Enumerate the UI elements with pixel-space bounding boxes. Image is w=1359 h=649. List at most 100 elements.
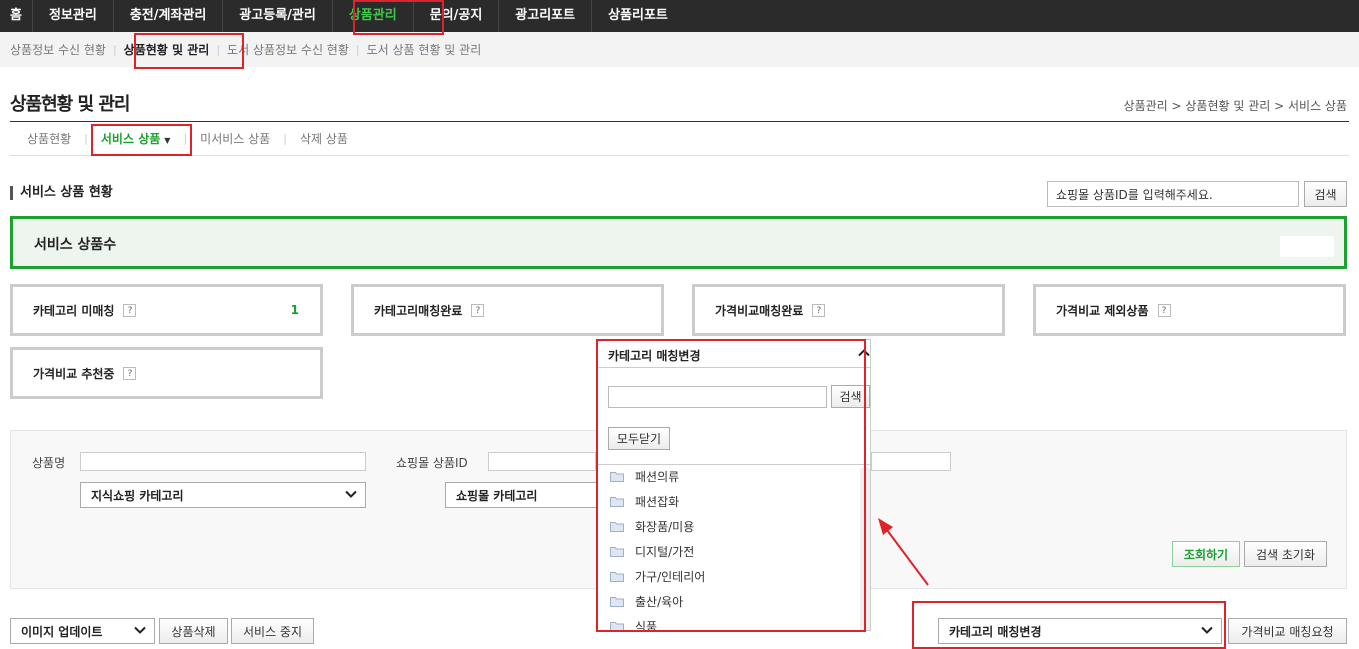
- tree-scrollbar[interactable]: [860, 468, 870, 630]
- category-tree: 패션의류 패션잡화 화장품/미용 디지털/가전 가구/인테리어 출산/육아 식품: [597, 465, 859, 630]
- chevron-down-icon: [345, 490, 357, 498]
- folder-icon: [610, 596, 624, 607]
- help-icon[interactable]: ?: [123, 304, 137, 317]
- extra-filter-input[interactable]: [871, 452, 951, 471]
- product-name-input[interactable]: [80, 452, 366, 471]
- nav-home[interactable]: 홈: [0, 0, 33, 32]
- help-icon[interactable]: ?: [123, 367, 137, 380]
- search-submit-button[interactable]: 조회하기: [1172, 541, 1240, 567]
- tree-item-food[interactable]: 식품: [610, 617, 657, 630]
- tree-item-baby-kids[interactable]: 출산/육아: [610, 592, 683, 610]
- sub-navigation: 상품정보 수신 현황 | 상품현황 및 관리 | 도서 상품정보 수신 현황 |…: [0, 32, 1359, 67]
- price-compare-request-button[interactable]: 가격비교 매칭요청: [1228, 618, 1347, 644]
- popup-title: 카테고리 매칭변경: [608, 349, 701, 363]
- card-count: 1: [290, 303, 299, 317]
- section-title: 서비스 상품 현황: [10, 186, 113, 200]
- tree-item-fashion-clothing[interactable]: 패션의류: [610, 467, 679, 485]
- tree-item-label: 디지털/가전: [635, 544, 695, 559]
- folder-icon: [610, 546, 624, 557]
- product-id-search-input[interactable]: [1047, 181, 1299, 207]
- subnav-book-info-status[interactable]: 도서 상품정보 수신 현황: [227, 41, 349, 58]
- page-title: 상품현황 및 관리: [10, 94, 130, 115]
- subnav-product-info-status[interactable]: 상품정보 수신 현황: [10, 41, 106, 58]
- mall-product-id-input[interactable]: [488, 452, 596, 471]
- category-matching-popup: 카테고리 매칭변경 검색 모두닫기 패션의류 패션잡화 화장품/미용 디지털/가…: [596, 339, 871, 631]
- card-label: 카테고리 미매칭: [33, 304, 115, 318]
- tab-deleted-products[interactable]: 삭제 상품: [300, 130, 348, 147]
- tree-item-label: 패션잡화: [635, 494, 680, 509]
- nav-ad-report[interactable]: 광고리포트: [499, 0, 593, 32]
- service-product-count-box: 서비스 상품수: [10, 216, 1347, 269]
- service-count-label: 서비스 상품수: [34, 237, 117, 253]
- mall-product-id-label: 쇼핑몰 상품ID: [396, 456, 468, 470]
- tree-item-digital-appliances[interactable]: 디지털/가전: [610, 542, 694, 560]
- tree-item-cosmetics[interactable]: 화장품/미용: [610, 517, 694, 535]
- help-icon[interactable]: ?: [471, 304, 485, 317]
- close-all-button[interactable]: 모두닫기: [608, 427, 670, 450]
- tree-item-label: 출산/육아: [635, 594, 684, 609]
- mall-category-select[interactable]: 쇼핑몰 카테고리: [445, 482, 600, 508]
- service-count-value: [1280, 236, 1334, 257]
- folder-icon: [610, 621, 624, 630]
- folder-icon: [610, 571, 624, 582]
- card-label: 카테고리매칭완료: [374, 304, 463, 318]
- caret-down-icon: ▼: [164, 136, 171, 145]
- folder-icon: [610, 496, 624, 507]
- jisik-category-select[interactable]: 지식쇼핑 카테고리: [80, 482, 366, 508]
- nav-charge-account[interactable]: 충전/계좌관리: [114, 0, 224, 32]
- nav-ad-management[interactable]: 광고등록/관리: [223, 0, 333, 32]
- product-search-button[interactable]: 검색: [1304, 181, 1347, 207]
- card-price-compare-recommending[interactable]: 가격비교 추천중?: [10, 347, 323, 399]
- tree-item-label: 화장품/미용: [635, 519, 695, 534]
- help-icon[interactable]: ?: [1157, 304, 1171, 317]
- subnav-separator: |: [216, 43, 221, 56]
- subnav-separator: |: [355, 43, 360, 56]
- help-icon[interactable]: ?: [812, 304, 826, 317]
- card-label: 가격비교 제외상품: [1056, 304, 1149, 318]
- category-matching-change-value: 카테고리 매칭변경: [949, 624, 1042, 639]
- tab-service-products-label: 서비스 상품: [100, 132, 161, 146]
- tree-item-fashion-accessories[interactable]: 패션잡화: [610, 492, 679, 510]
- product-name-label: 상품명: [32, 456, 66, 470]
- subnav-separator: |: [112, 43, 117, 56]
- card-price-compare-matched[interactable]: 가격비교매칭완료?: [692, 284, 1005, 336]
- popup-search-button[interactable]: 검색: [831, 385, 870, 408]
- popup-header: 카테고리 매칭변경: [597, 340, 870, 368]
- nav-inquiry-notice[interactable]: 문의/공지: [414, 0, 500, 32]
- card-category-unmatched[interactable]: 카테고리 미매칭? 1: [10, 284, 323, 336]
- card-price-compare-excluded[interactable]: 가격비교 제외상품?: [1033, 284, 1346, 336]
- image-update-select[interactable]: 이미지 업데이트: [10, 618, 155, 644]
- tree-item-label: 식품: [635, 619, 658, 631]
- chevron-down-icon: [134, 626, 146, 634]
- card-label: 가격비교 추천중: [33, 367, 115, 381]
- tree-item-label: 패션의류: [635, 469, 680, 484]
- folder-icon: [610, 471, 624, 482]
- breadcrumb: 상품관리 > 상품현황 및 관리 > 서비스 상품: [1123, 99, 1347, 113]
- search-reset-button[interactable]: 검색 초기화: [1244, 541, 1327, 567]
- tree-item-label: 가구/인테리어: [635, 569, 706, 584]
- tab-separator: |: [84, 132, 88, 145]
- tab-separator: |: [183, 132, 188, 145]
- tab-separator: |: [283, 132, 287, 145]
- mall-category-value: 쇼핑몰 카테고리: [456, 488, 538, 503]
- delete-product-button[interactable]: 상품삭제: [159, 618, 228, 644]
- product-tabs: 상품현황 | 서비스 상품 ▼ | 미서비스 상품 | 삭제 상품: [10, 122, 1349, 156]
- subnav-product-status-management[interactable]: 상품현황 및 관리: [124, 41, 210, 58]
- subnav-book-status-management[interactable]: 도서 상품 현황 및 관리: [367, 41, 482, 58]
- chevron-up-icon[interactable]: [858, 347, 870, 359]
- tab-non-service-products[interactable]: 미서비스 상품: [200, 130, 270, 147]
- tab-product-status[interactable]: 상품현황: [27, 130, 71, 147]
- top-navigation: 홈 정보관리 충전/계좌관리 광고등록/관리 상품관리 문의/공지 광고리포트 …: [0, 0, 1359, 32]
- tree-item-furniture-interior[interactable]: 가구/인테리어: [610, 567, 705, 585]
- nav-product-report[interactable]: 상품리포트: [592, 0, 684, 32]
- jisik-category-value: 지식쇼핑 카테고리: [91, 488, 184, 503]
- popup-search-input[interactable]: [608, 386, 827, 408]
- nav-info-management[interactable]: 정보관리: [33, 0, 114, 32]
- tab-service-products[interactable]: 서비스 상품 ▼: [101, 130, 171, 147]
- category-matching-change-select[interactable]: 카테고리 매칭변경: [938, 618, 1222, 644]
- card-label: 가격비교매칭완료: [715, 304, 804, 318]
- stop-service-button[interactable]: 서비스 중지: [231, 618, 314, 644]
- card-category-matched[interactable]: 카테고리매칭완료?: [351, 284, 664, 336]
- nav-product-management[interactable]: 상품관리: [333, 0, 414, 32]
- image-update-value: 이미지 업데이트: [21, 624, 103, 639]
